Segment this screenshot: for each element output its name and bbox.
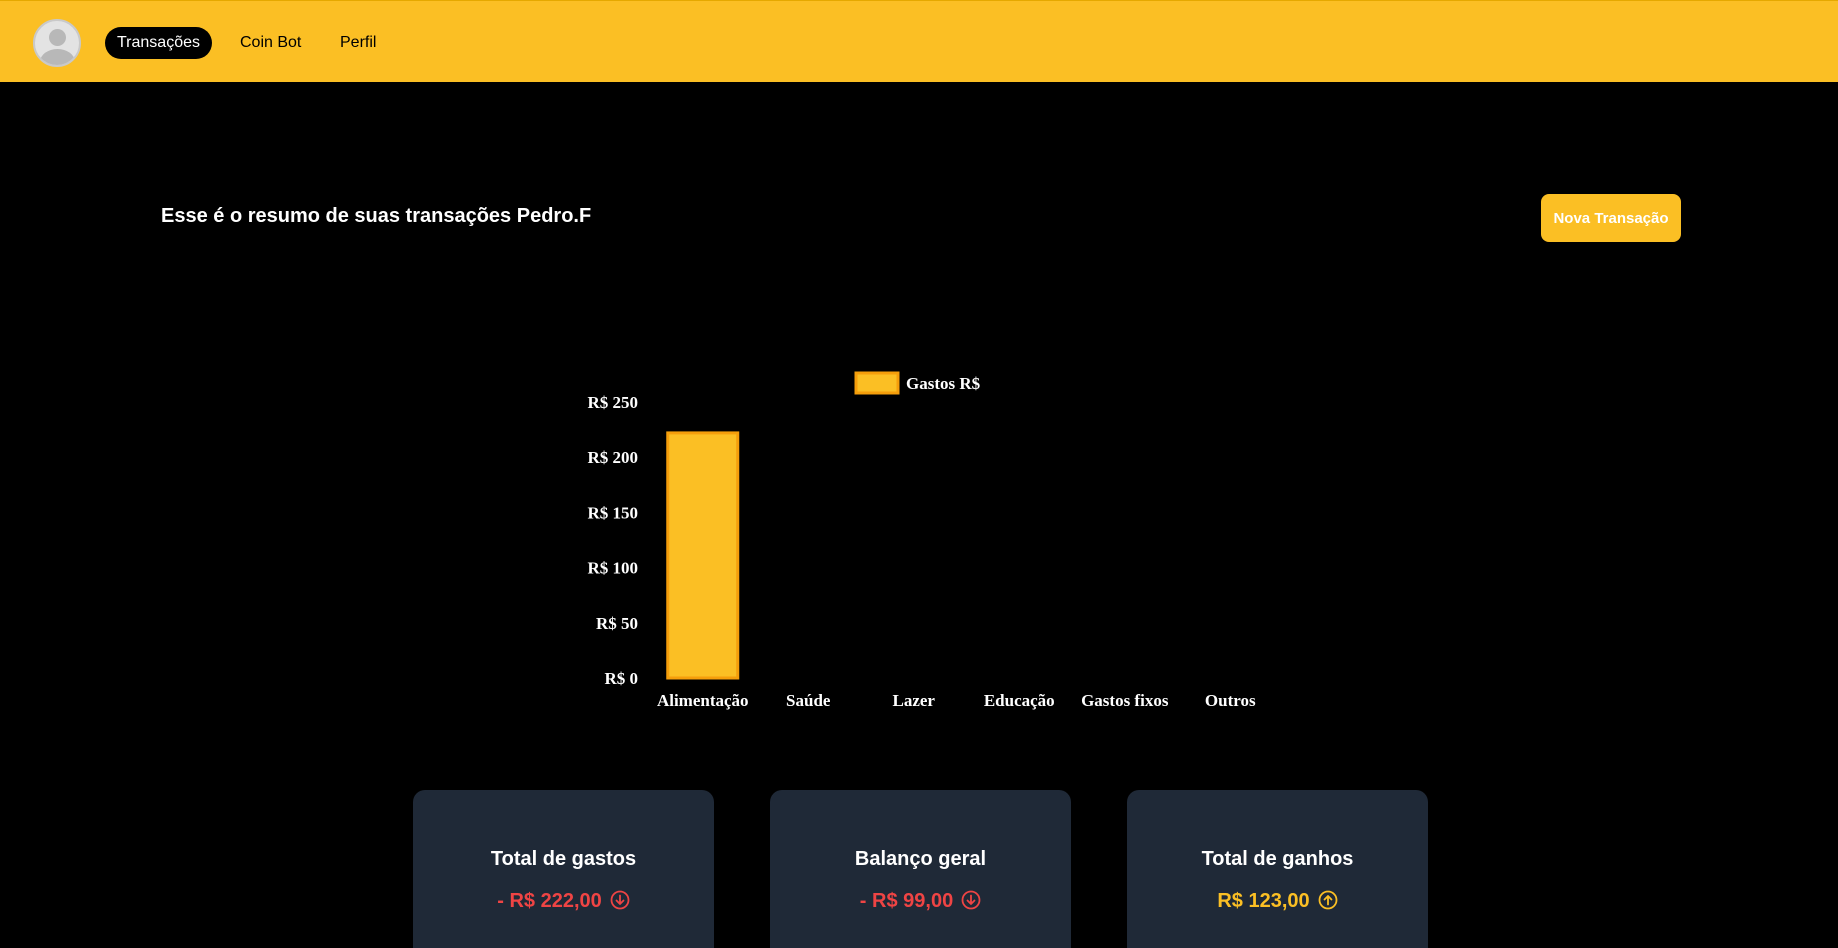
- x-tick-label: Outros: [1205, 691, 1256, 710]
- nav-item-transacoes[interactable]: Transações: [105, 27, 212, 59]
- card-value-row: - R$ 99,00: [770, 890, 1071, 916]
- y-tick-label: R$ 150: [587, 503, 638, 522]
- y-axis: R$ 0 R$ 50 R$ 100 R$ 150 R$ 200 R$ 250: [587, 393, 638, 688]
- card-title: Balanço geral: [854, 848, 987, 870]
- page-title: Esse é o resumo de suas transações Pedro…: [161, 205, 592, 227]
- total-income-value: R$ 123,00: [1217, 890, 1310, 912]
- nav-item-perfil[interactable]: Perfil: [328, 27, 388, 59]
- chart-bars: [666, 431, 740, 680]
- legend-label: Gastos R$: [906, 374, 981, 393]
- x-axis: Alimentação Saúde Lazer Educação Gastos fixo…: [657, 691, 1256, 710]
- total-expenses-value: - R$ 222,00: [497, 890, 602, 912]
- chart-legend: Gastos R$: [854, 371, 981, 395]
- top-navbar: Transações Coin Bot Perfil: [0, 0, 1838, 82]
- total-income-card: Total de ganhos R$ 123,00: [1127, 790, 1428, 948]
- card-title: Total de ganhos: [1201, 848, 1354, 870]
- y-tick-label: R$ 0: [604, 669, 638, 688]
- y-tick-label: R$ 50: [596, 614, 638, 633]
- user-avatar[interactable]: [33, 19, 81, 67]
- card-value-row: R$ 123,00: [1127, 890, 1428, 916]
- overall-balance-value: - R$ 99,00: [859, 890, 954, 912]
- y-tick-label: R$ 200: [587, 448, 638, 467]
- card-title: Total de gastos: [490, 848, 637, 870]
- avatar-body: [40, 49, 75, 65]
- x-tick-label: Gastos fixos: [1081, 691, 1169, 710]
- arrow-down-circle-icon: [610, 890, 630, 916]
- avatar-head: [49, 29, 66, 46]
- expenses-bar-chart: Gastos R$ R$ 0R$ 50R$ 100R$ 150R$ 200R$ …: [587, 371, 1256, 710]
- y-tick-label: R$ 250: [587, 393, 638, 412]
- x-tick-label: Alimentação: [657, 691, 749, 710]
- x-tick-label: Saúde: [786, 691, 831, 710]
- total-expenses-card: Total de gastos - R$ 222,00: [413, 790, 714, 948]
- card-value-row: - R$ 222,00: [413, 890, 714, 916]
- x-tick-label: Lazer: [893, 691, 936, 710]
- overall-balance-card: Balanço geral - R$ 99,00: [770, 790, 1071, 948]
- bar-0[interactable]: [666, 431, 740, 680]
- legend-swatch: [854, 371, 900, 395]
- nav-item-coin-bot[interactable]: Coin Bot: [228, 27, 313, 59]
- x-tick-label: Educação: [984, 691, 1055, 710]
- arrow-up-circle-icon: [1318, 890, 1338, 916]
- new-transaction-button[interactable]: Nova Transação: [1541, 194, 1681, 242]
- y-tick-label: R$ 100: [587, 559, 638, 578]
- arrow-down-circle-icon: [961, 890, 981, 916]
